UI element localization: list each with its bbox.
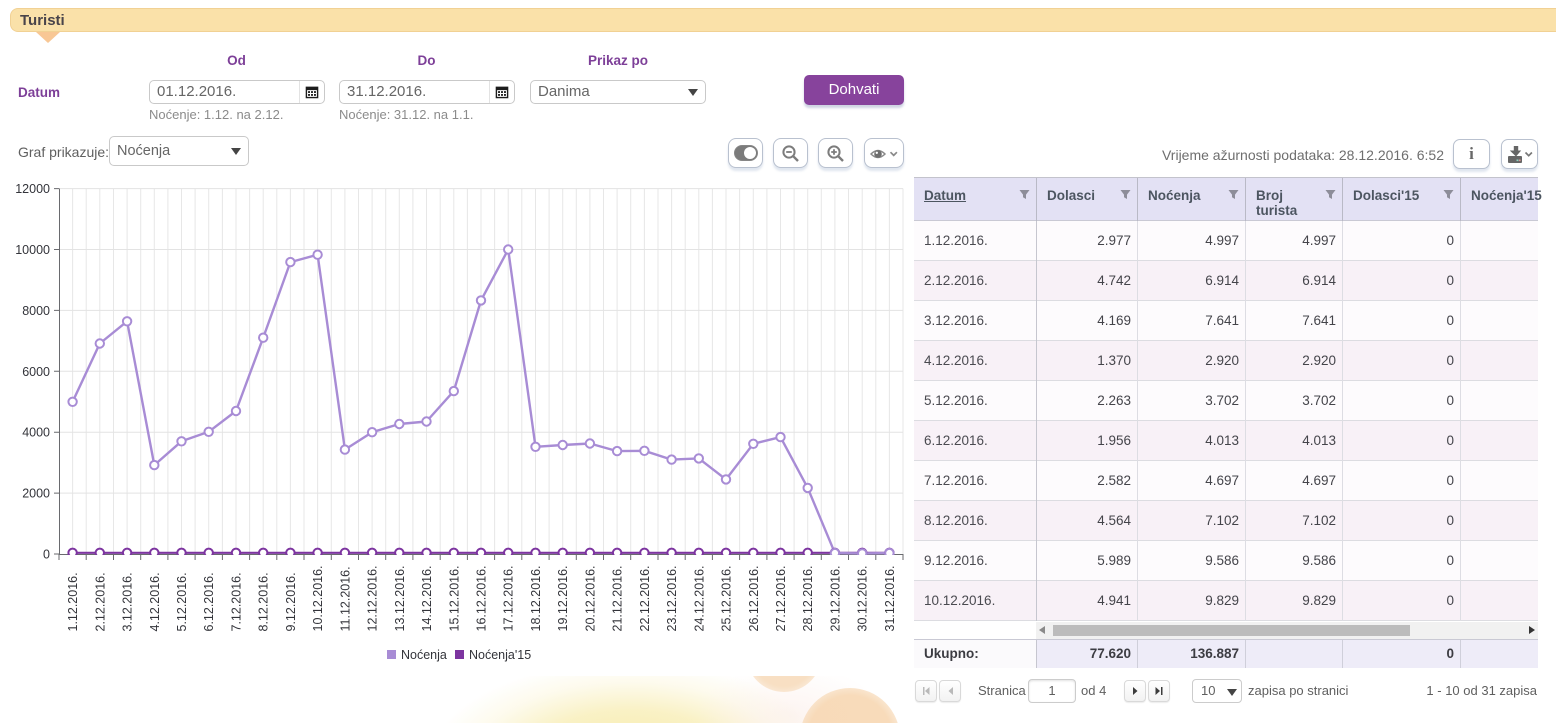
- svg-text:29.12.2016.: 29.12.2016.: [828, 565, 842, 631]
- svg-text:28.12.2016.: 28.12.2016.: [801, 565, 815, 631]
- svg-text:20.12.2016.: 20.12.2016.: [583, 565, 597, 631]
- svg-text:19.12.2016.: 19.12.2016.: [556, 565, 570, 631]
- svg-text:21.12.2016.: 21.12.2016.: [611, 565, 625, 631]
- svg-text:5.12.2016.: 5.12.2016.: [175, 572, 189, 631]
- svg-text:26.12.2016.: 26.12.2016.: [747, 565, 761, 631]
- svg-text:10.12.2016.: 10.12.2016.: [311, 565, 325, 631]
- svg-text:22.12.2016.: 22.12.2016.: [638, 565, 652, 631]
- svg-text:8.12.2016.: 8.12.2016.: [257, 572, 271, 631]
- svg-text:12000: 12000: [15, 182, 50, 196]
- svg-text:27.12.2016.: 27.12.2016.: [774, 565, 788, 631]
- svg-text:12.12.2016.: 12.12.2016.: [366, 565, 380, 631]
- svg-text:4000: 4000: [22, 426, 50, 440]
- svg-text:15.12.2016.: 15.12.2016.: [447, 565, 461, 631]
- svg-text:8000: 8000: [22, 304, 50, 318]
- svg-text:10000: 10000: [15, 243, 50, 257]
- svg-text:Noćenja: Noćenja: [401, 648, 447, 662]
- svg-text:2.12.2016.: 2.12.2016.: [93, 572, 107, 631]
- svg-text:6000: 6000: [22, 365, 50, 379]
- svg-text:31.12.2016.: 31.12.2016.: [883, 565, 897, 631]
- svg-text:4.12.2016.: 4.12.2016.: [148, 572, 162, 631]
- svg-text:9.12.2016.: 9.12.2016.: [284, 572, 298, 631]
- svg-text:11.12.2016.: 11.12.2016.: [338, 566, 352, 631]
- svg-text:2000: 2000: [22, 487, 50, 501]
- svg-text:1.12.2016.: 1.12.2016.: [66, 572, 80, 631]
- svg-text:3.12.2016.: 3.12.2016.: [121, 572, 135, 631]
- svg-text:13.12.2016.: 13.12.2016.: [393, 565, 407, 631]
- svg-text:0: 0: [43, 548, 50, 562]
- svg-text:25.12.2016.: 25.12.2016.: [720, 565, 734, 631]
- svg-text:6.12.2016.: 6.12.2016.: [202, 572, 216, 631]
- svg-text:17.12.2016.: 17.12.2016.: [502, 565, 516, 631]
- svg-text:Noćenja'15: Noćenja'15: [469, 648, 531, 662]
- svg-text:18.12.2016.: 18.12.2016.: [529, 565, 543, 631]
- svg-text:7.12.2016.: 7.12.2016.: [230, 572, 244, 631]
- svg-text:24.12.2016.: 24.12.2016.: [692, 565, 706, 631]
- svg-text:14.12.2016.: 14.12.2016.: [420, 565, 434, 631]
- svg-text:16.12.2016.: 16.12.2016.: [475, 565, 489, 631]
- svg-text:30.12.2016.: 30.12.2016.: [856, 565, 870, 631]
- svg-text:23.12.2016.: 23.12.2016.: [665, 565, 679, 631]
